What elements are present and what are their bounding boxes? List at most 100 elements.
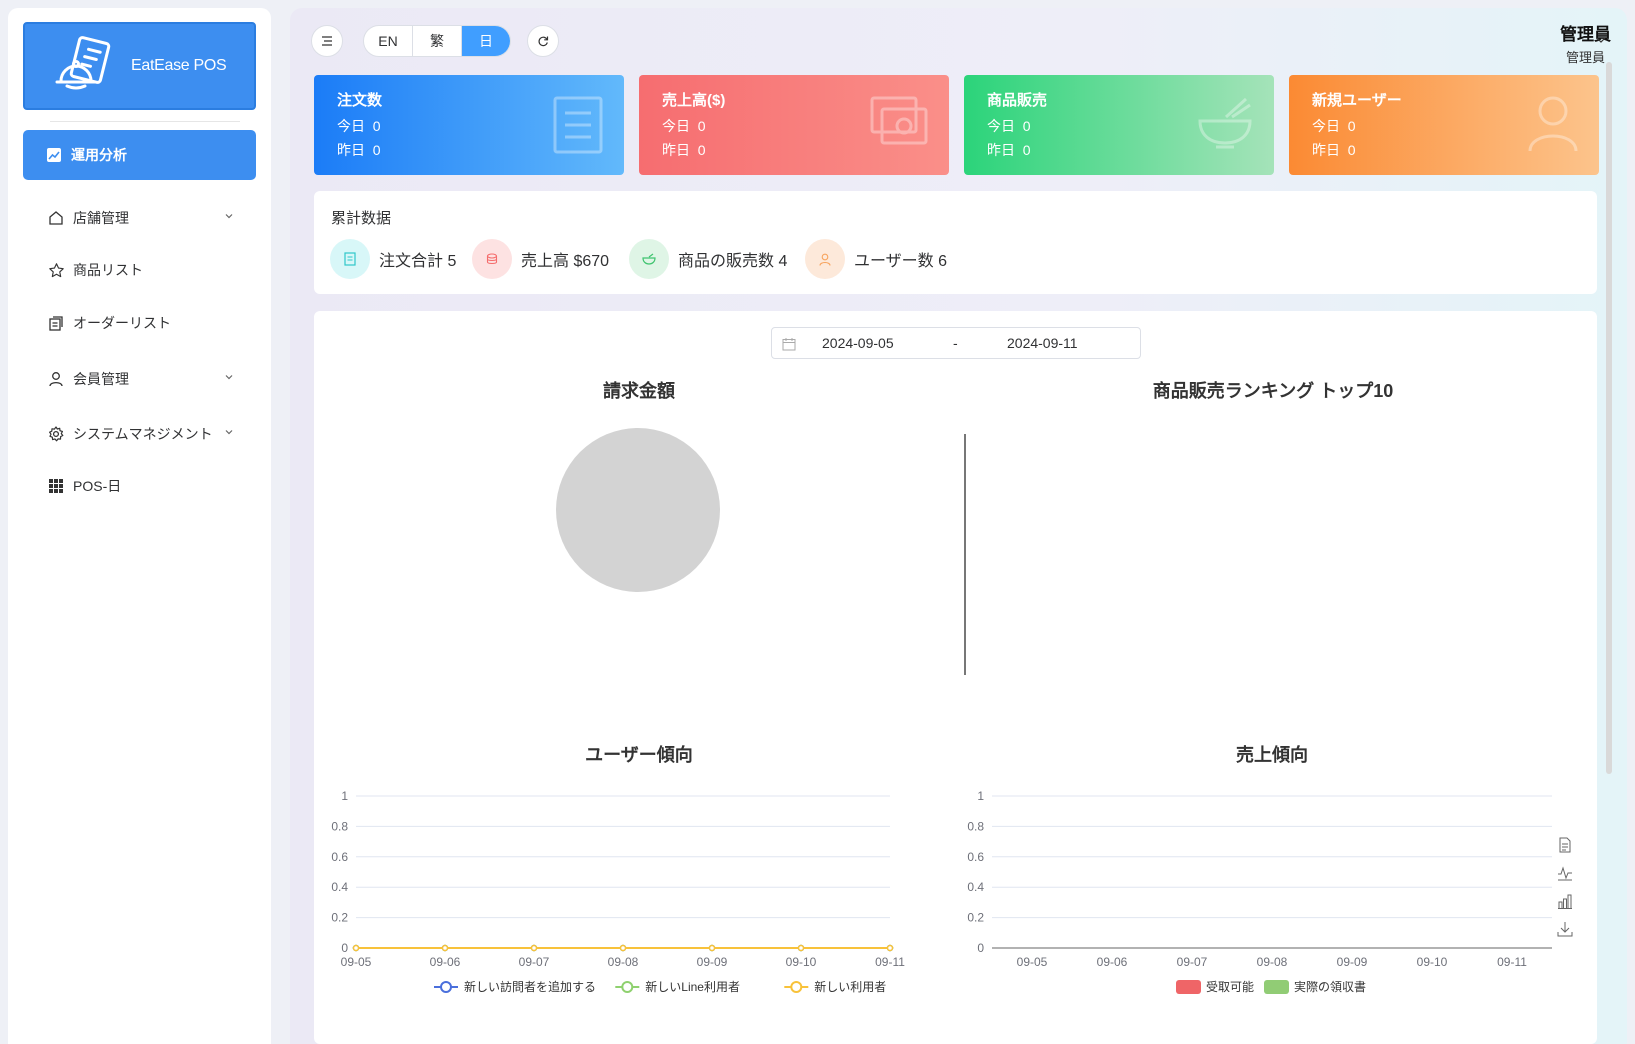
- stat-card-orders: 注文数 今日 0 昨日 0: [314, 75, 624, 175]
- calendar-icon: [782, 338, 796, 351]
- y-tick-label: 0.2: [331, 911, 348, 925]
- sidebar-item-label: システムマネジメント: [73, 426, 213, 442]
- x-tick-label: 09-05: [1017, 955, 1048, 969]
- sidebar-item-analytics[interactable]: 運用分析: [23, 130, 256, 180]
- menu-icon: [322, 36, 332, 46]
- ranking-chart-axis: [964, 434, 966, 675]
- app-name: EatEase POS: [131, 57, 227, 74]
- legend-marker: [440, 981, 452, 993]
- user-icon: [1528, 96, 1578, 152]
- stat-card-sales: 売上高($) 今日 0 昨日 0: [639, 75, 949, 175]
- x-tick-label: 09-06: [1097, 955, 1128, 969]
- document-icon: [553, 96, 603, 154]
- sidebar-item-label: オーダーリスト: [73, 315, 171, 331]
- x-tick-label: 09-05: [341, 955, 372, 969]
- language-zh-tw-button[interactable]: 繁: [413, 26, 462, 56]
- data-point: [441, 944, 449, 952]
- cumulative-label: ユーザー数 6: [854, 253, 948, 270]
- x-tick-label: 09-08: [1257, 955, 1288, 969]
- legend-label: 新しいLine利用者: [645, 979, 740, 994]
- billing-pie-chart: [556, 428, 720, 592]
- data-point: [530, 944, 538, 952]
- legend-swatch: [1176, 980, 1201, 994]
- bowl-icon: [1198, 97, 1252, 149]
- divider: [50, 121, 240, 122]
- orders-icon: [47, 315, 65, 331]
- download-icon[interactable]: [1557, 921, 1573, 937]
- legend-marker: [790, 981, 803, 993]
- user-role: 管理員: [1565, 50, 1605, 65]
- date-range-picker[interactable]: 2024-09-05 - 2024-09-11: [771, 327, 1141, 359]
- data-view-icon[interactable]: [1557, 837, 1573, 853]
- user-trend-chart: 0 0.2 0.4 0.6 0.8 1 09-05 09-06 09-07 09-08 09-09 0…: [331, 789, 905, 994]
- chart-icon: [47, 148, 61, 162]
- x-tick-label: 09-08: [608, 955, 639, 969]
- chevron-down-icon: [225, 214, 233, 219]
- y-tick-label: 0.8: [967, 819, 984, 833]
- cumulative-panel: 累計数据 注文合計 5 売上高 $670 商品の販売数 4 ユーザー数 6: [314, 191, 1597, 294]
- chart-toolbox: [1557, 837, 1577, 942]
- restaurant-logo-icon: [55, 36, 111, 90]
- stat-yesterday: 昨日 0: [1312, 142, 1356, 158]
- refresh-icon: [538, 36, 549, 47]
- x-tick-label: 09-10: [1417, 955, 1448, 969]
- sidebar-item-orders[interactable]: オーダーリスト: [23, 301, 256, 345]
- data-point: [352, 944, 360, 952]
- y-tick-label: 0: [341, 941, 348, 955]
- sidebar-item-system-management[interactable]: システムマネジメント: [23, 412, 256, 456]
- pie-empty-slice: [556, 428, 720, 592]
- stat-title: 注文数: [337, 92, 383, 109]
- stat-yesterday: 昨日 0: [662, 142, 706, 158]
- stat-yesterday: 昨日 0: [987, 142, 1031, 158]
- stat-title: 商品販売: [987, 92, 1048, 109]
- legend-label: 新しい利用者: [814, 979, 886, 994]
- home-icon: [47, 210, 65, 226]
- stat-today: 今日 0: [662, 118, 706, 134]
- money-icon: [870, 96, 928, 145]
- sidebar-item-products[interactable]: 商品リスト: [23, 248, 256, 292]
- language-switcher: EN 繁 日: [363, 25, 511, 57]
- scrollbar[interactable]: [1606, 62, 1612, 774]
- chevron-down-icon[interactable]: [1595, 34, 1607, 46]
- language-en-button[interactable]: EN: [364, 26, 413, 56]
- menu-toggle-button[interactable]: [311, 25, 343, 57]
- stat-title: 新規ユーザー: [1312, 92, 1402, 109]
- y-tick-label: 0.4: [967, 880, 984, 894]
- user-trend-title: ユーザー傾向: [585, 745, 693, 765]
- sidebar-item-store-management[interactable]: 店舗管理: [23, 196, 256, 240]
- line-switch-icon[interactable]: [1557, 865, 1573, 881]
- sidebar-item-label: 商品リスト: [73, 262, 143, 278]
- billing-chart-title: 請求金額: [603, 381, 675, 401]
- cumulative-label: 商品の販売数 4: [678, 253, 788, 270]
- chevron-down-icon: [225, 430, 233, 435]
- refresh-button[interactable]: [527, 25, 559, 57]
- x-tick-label: 09-09: [697, 955, 728, 969]
- sidebar: EatEase POS 運用分析 店舗管理 商品リスト オーダーリスト 会員管理: [8, 8, 271, 1044]
- sidebar-item-label: 運用分析: [71, 147, 127, 163]
- sidebar-item-label: POS-日: [73, 478, 122, 494]
- stat-today: 今日 0: [1312, 118, 1356, 134]
- start-date[interactable]: 2024-09-05: [822, 335, 894, 351]
- x-tick-label: 09-09: [1337, 955, 1368, 969]
- legend-label: 受取可能: [1206, 980, 1254, 994]
- language-ja-button[interactable]: 日: [462, 26, 510, 56]
- ranking-chart-title: 商品販売ランキング トップ10: [1152, 381, 1394, 401]
- stat-today: 今日 0: [987, 118, 1031, 134]
- x-tick-label: 09-07: [1177, 955, 1208, 969]
- y-tick-label: 1: [977, 789, 984, 803]
- user-icon: [819, 253, 831, 266]
- data-point: [886, 944, 894, 952]
- sidebar-item-label: 店舗管理: [73, 210, 129, 226]
- app-logo[interactable]: EatEase POS: [23, 22, 256, 110]
- cumulative-sales: 売上高 $670: [472, 239, 609, 279]
- cumulative-orders: 注文合計 5: [330, 239, 456, 279]
- end-date[interactable]: 2024-09-11: [1007, 335, 1078, 351]
- y-tick-label: 0.6: [967, 850, 984, 864]
- bar-switch-icon[interactable]: [1557, 893, 1573, 909]
- coins-icon: [486, 253, 498, 265]
- x-tick-label: 09-06: [430, 955, 461, 969]
- y-tick-label: 1: [341, 789, 348, 803]
- sidebar-item-members[interactable]: 会員管理: [23, 357, 256, 401]
- data-point: [619, 944, 627, 952]
- sidebar-item-pos[interactable]: POS-日: [23, 464, 256, 508]
